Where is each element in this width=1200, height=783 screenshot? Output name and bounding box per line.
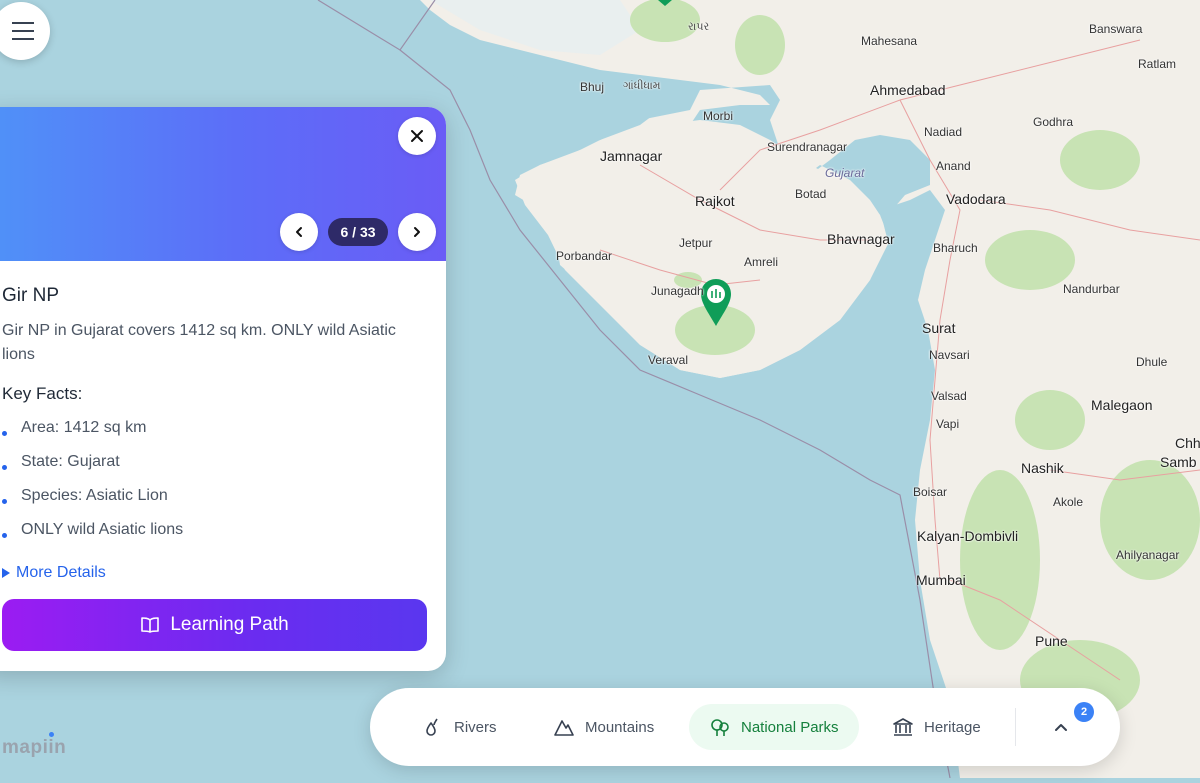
map-label-banswara: Banswara [1089, 22, 1143, 36]
map-label-gujarat: Gujarat [825, 166, 865, 180]
map-label-valsad: Valsad [931, 389, 967, 403]
item-counter: 6 / 33 [328, 218, 388, 246]
map-label-nandurbar: Nandurbar [1063, 282, 1120, 296]
notification-badge: 2 [1074, 702, 1094, 722]
close-button[interactable] [398, 117, 436, 155]
map-label-nashik: Nashik [1021, 460, 1064, 476]
map-label-vapi: Vapi [936, 417, 960, 431]
tab-rivers-label: Rivers [454, 718, 497, 736]
map-label-chh: Chh [1175, 435, 1200, 451]
tab-national-parks-label: National Parks [741, 718, 839, 736]
info-panel: 6 / 33 Gir NP Gir NP in Gujarat covers 1… [0, 107, 446, 671]
category-toolbar: Rivers Mountains National Parks Heritage… [370, 688, 1120, 766]
map-label-bhavnagar: Bhavnagar [827, 231, 895, 247]
brand-logo: mapiin [2, 737, 67, 758]
chevron-left-icon [296, 227, 302, 237]
chevron-up-icon [1055, 724, 1067, 731]
tab-mountains-label: Mountains [585, 718, 655, 736]
map-label-raapar: રાપર [688, 21, 710, 33]
mountain-icon [554, 720, 574, 736]
chevron-right-icon [414, 227, 420, 237]
map-label-ahmedabad: Ahmedabad [870, 82, 946, 98]
learning-path-label: Learning Path [170, 614, 289, 635]
map-label-vadodara: Vadodara [946, 191, 1006, 207]
more-details-label: More Details [16, 564, 106, 581]
toolbar-divider [1015, 708, 1016, 746]
panel-hero-image: 6 / 33 [0, 107, 446, 261]
map-label-samb: Samb [1160, 454, 1197, 470]
tab-national-parks[interactable]: National Parks [689, 704, 859, 750]
droplets-icon [426, 718, 438, 736]
panel-title: Gir NP [2, 285, 59, 306]
map-label-ratlam: Ratlam [1138, 57, 1177, 71]
map-label-akole: Akole [1053, 495, 1084, 509]
map-label-mahesana: Mahesana [861, 34, 918, 48]
panel-description: Gir NP in Gujarat covers 1412 sq km. ONL… [2, 322, 396, 363]
trees-icon [711, 719, 729, 736]
map-label-bhuj: Bhuj [580, 80, 605, 94]
map-label-surat: Surat [922, 320, 956, 336]
map-label-godhra: Godhra [1033, 115, 1074, 129]
map-label-surendranagar: Surendranagar [767, 140, 848, 154]
learning-path-button[interactable]: Learning Path [2, 599, 427, 651]
map-label-navsari: Navsari [929, 348, 970, 362]
map-label-mumbai: Mumbai [916, 572, 966, 588]
key-fact-item: State: Gujarat [2, 449, 183, 483]
map-label-porbandar: Porbandar [556, 249, 613, 263]
map-label-jetpur: Jetpur [679, 236, 713, 250]
landmark-icon [893, 718, 913, 736]
map-label-dhule: Dhule [1136, 355, 1168, 369]
map-label-nadiad: Nadiad [924, 125, 963, 139]
book-open-icon [141, 617, 160, 633]
map-label-amreli: Amreli [744, 255, 779, 269]
map-label-ahilyanagar: Ahilyanagar [1116, 548, 1180, 562]
map-label-gandhidham: ગાંધીધામ [623, 80, 661, 92]
next-button[interactable] [398, 213, 436, 251]
map-label-botad: Botad [795, 187, 827, 201]
map-label-veraval: Veraval [648, 353, 689, 367]
key-facts-list: Area: 1412 sq km State: Gujarat Species:… [2, 415, 183, 551]
tab-mountains[interactable]: Mountains [533, 704, 674, 750]
map-label-pune: Pune [1035, 633, 1068, 649]
map-label-jamnagar: Jamnagar [600, 148, 663, 164]
map-label-malegaon: Malegaon [1091, 397, 1153, 413]
map-label-bharuch: Bharuch [933, 241, 978, 255]
map-label-rajkot: Rajkot [695, 193, 735, 209]
caret-right-icon [2, 568, 10, 578]
map-label-kalyan-dombivli: Kalyan-Dombivli [917, 528, 1019, 544]
tab-heritage[interactable]: Heritage [872, 704, 1001, 750]
map-label-morbi: Morbi [703, 109, 734, 123]
map-label-junagadh: Junagadh [651, 284, 704, 298]
tab-rivers[interactable]: Rivers [404, 704, 517, 750]
key-fact-item: Species: Asiatic Lion [2, 483, 183, 517]
previous-button[interactable] [280, 213, 318, 251]
map-label-anand: Anand [936, 159, 971, 173]
key-facts-heading: Key Facts: [2, 384, 83, 403]
close-icon [411, 130, 423, 142]
hamburger-icon [12, 22, 34, 40]
tab-heritage-label: Heritage [924, 718, 981, 736]
more-details-toggle[interactable]: More Details [2, 564, 106, 582]
key-fact-item: Area: 1412 sq km [2, 415, 183, 449]
key-fact-item: ONLY wild Asiatic lions [2, 517, 183, 551]
map-label-boisar: Boisar [913, 485, 948, 499]
